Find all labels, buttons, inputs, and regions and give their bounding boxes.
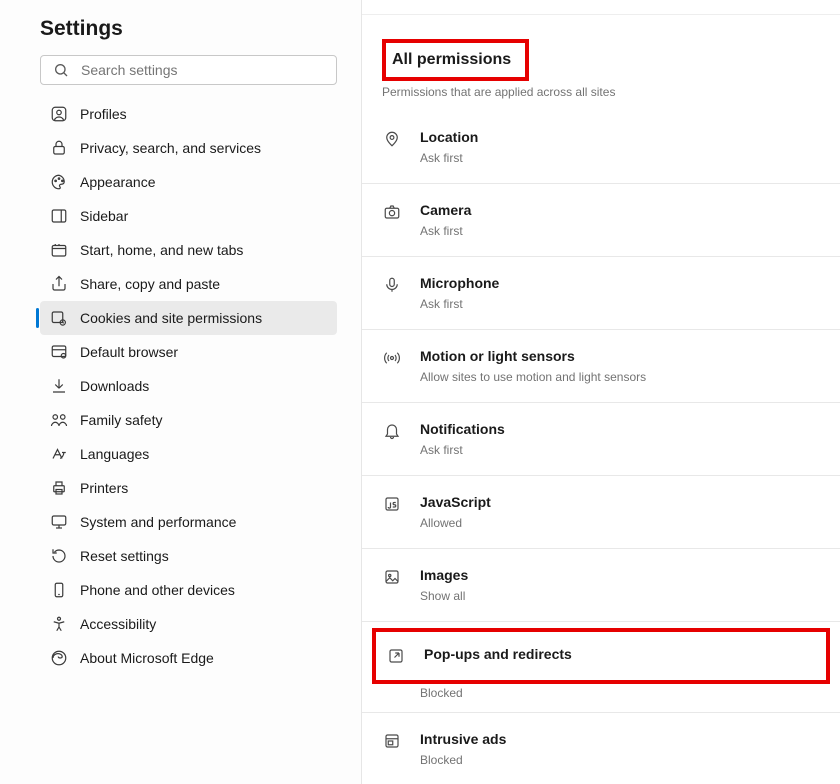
nav-label: About Microsoft Edge <box>80 650 214 666</box>
sidebar-item-appearance[interactable]: Appearance <box>40 165 337 199</box>
tab-icon <box>50 241 68 259</box>
section-header: All permissions Permissions that are app… <box>362 15 840 105</box>
perm-name: Notifications <box>420 421 505 437</box>
camera-icon <box>382 202 402 222</box>
sidebar-item-default-browser[interactable]: Default browser <box>40 335 337 369</box>
section-subtitle: Permissions that are applied across all … <box>382 85 820 99</box>
nav-label: Share, copy and paste <box>80 276 220 292</box>
perm-status: Ask first <box>420 224 471 238</box>
perm-status: Allowed <box>420 516 491 530</box>
language-icon <box>50 445 68 463</box>
nav-label: Languages <box>80 446 149 462</box>
settings-sidebar: Settings Profiles Privacy, search, and s… <box>0 0 362 784</box>
search-icon <box>53 62 69 78</box>
system-icon <box>50 513 68 531</box>
sidebar-item-printers[interactable]: Printers <box>40 471 337 505</box>
sidebar-item-profiles[interactable]: Profiles <box>40 97 337 131</box>
perm-status: Blocked <box>362 686 840 713</box>
perm-name: JavaScript <box>420 494 491 510</box>
perm-status: Blocked <box>420 753 506 767</box>
sidebar-item-sidebar[interactable]: Sidebar <box>40 199 337 233</box>
nav-label: Family safety <box>80 412 162 428</box>
perm-name: Location <box>420 129 478 145</box>
perm-status: Show all <box>420 589 468 603</box>
lock-icon <box>50 139 68 157</box>
perm-row-microphone[interactable]: Microphone Ask first <box>362 257 840 330</box>
location-icon <box>382 129 402 149</box>
nav-label: Appearance <box>80 174 156 190</box>
phone-icon <box>50 581 68 599</box>
perm-row-camera[interactable]: Camera Ask first <box>362 184 840 257</box>
perm-row-javascript[interactable]: JavaScript Allowed <box>362 476 840 549</box>
reset-icon <box>50 547 68 565</box>
sidebar-item-phone[interactable]: Phone and other devices <box>40 573 337 607</box>
sidebar-item-languages[interactable]: Languages <box>40 437 337 471</box>
cookies-icon <box>50 309 68 327</box>
sidebar-icon <box>50 207 68 225</box>
accessibility-icon <box>50 615 68 633</box>
js-icon <box>382 494 402 514</box>
share-icon <box>50 275 68 293</box>
nav-label: Profiles <box>80 106 127 122</box>
nav-label: Downloads <box>80 378 149 394</box>
page-title: Settings <box>40 17 337 41</box>
perm-row-location[interactable]: Location Ask first <box>362 111 840 184</box>
perm-name: Pop-ups and redirects <box>424 646 572 662</box>
download-icon <box>50 377 68 395</box>
browser-icon <box>50 343 68 361</box>
perm-status: Allow sites to use motion and light sens… <box>420 370 646 384</box>
nav-label: Printers <box>80 480 128 496</box>
settings-nav: Profiles Privacy, search, and services A… <box>40 97 337 675</box>
search-input[interactable] <box>81 62 324 78</box>
nav-label: Default browser <box>80 344 178 360</box>
search-settings[interactable] <box>40 55 337 85</box>
printer-icon <box>50 479 68 497</box>
nav-label: Cookies and site permissions <box>80 310 262 326</box>
highlight-all-permissions: All permissions <box>382 39 529 81</box>
perm-status: Ask first <box>420 297 499 311</box>
perm-row-images[interactable]: Images Show all <box>362 549 840 622</box>
perm-name: Motion or light sensors <box>420 348 646 364</box>
motion-icon <box>382 348 402 368</box>
nav-label: System and performance <box>80 514 236 530</box>
sidebar-item-cookies[interactable]: Cookies and site permissions <box>40 301 337 335</box>
nav-label: Phone and other devices <box>80 582 235 598</box>
permissions-panel: All permissions Permissions that are app… <box>362 0 840 784</box>
sidebar-item-about[interactable]: About Microsoft Edge <box>40 641 337 675</box>
perm-name: Camera <box>420 202 471 218</box>
perm-name: Microphone <box>420 275 499 291</box>
mic-icon <box>382 275 402 295</box>
edge-icon <box>50 649 68 667</box>
family-icon <box>50 411 68 429</box>
section-title: All permissions <box>392 47 519 73</box>
perm-row-ads[interactable]: Intrusive ads Blocked <box>362 713 840 784</box>
sidebar-item-accessibility[interactable]: Accessibility <box>40 607 337 641</box>
image-icon <box>382 567 402 587</box>
perm-status: Ask first <box>420 443 505 457</box>
nav-label: Privacy, search, and services <box>80 140 261 156</box>
nav-label: Reset settings <box>80 548 169 564</box>
sidebar-item-system[interactable]: System and performance <box>40 505 337 539</box>
ads-icon <box>382 731 402 751</box>
sidebar-item-reset[interactable]: Reset settings <box>40 539 337 573</box>
popup-icon <box>386 646 406 666</box>
sidebar-item-family[interactable]: Family safety <box>40 403 337 437</box>
bell-icon <box>382 421 402 441</box>
perm-row-notifications[interactable]: Notifications Ask first <box>362 403 840 476</box>
sidebar-item-privacy[interactable]: Privacy, search, and services <box>40 131 337 165</box>
sidebar-item-start[interactable]: Start, home, and new tabs <box>40 233 337 267</box>
nav-label: Sidebar <box>80 208 128 224</box>
appearance-icon <box>50 173 68 191</box>
sidebar-item-downloads[interactable]: Downloads <box>40 369 337 403</box>
perm-name: Images <box>420 567 468 583</box>
profile-icon <box>50 105 68 123</box>
nav-label: Start, home, and new tabs <box>80 242 243 258</box>
sidebar-item-share[interactable]: Share, copy and paste <box>40 267 337 301</box>
nav-label: Accessibility <box>80 616 156 632</box>
perm-row-popups[interactable]: Pop-ups and redirects <box>372 628 830 684</box>
perm-name: Intrusive ads <box>420 731 506 747</box>
permissions-list: Location Ask first Camera Ask first Micr… <box>362 105 840 784</box>
perm-row-motion[interactable]: Motion or light sensors Allow sites to u… <box>362 330 840 403</box>
perm-status: Ask first <box>420 151 478 165</box>
